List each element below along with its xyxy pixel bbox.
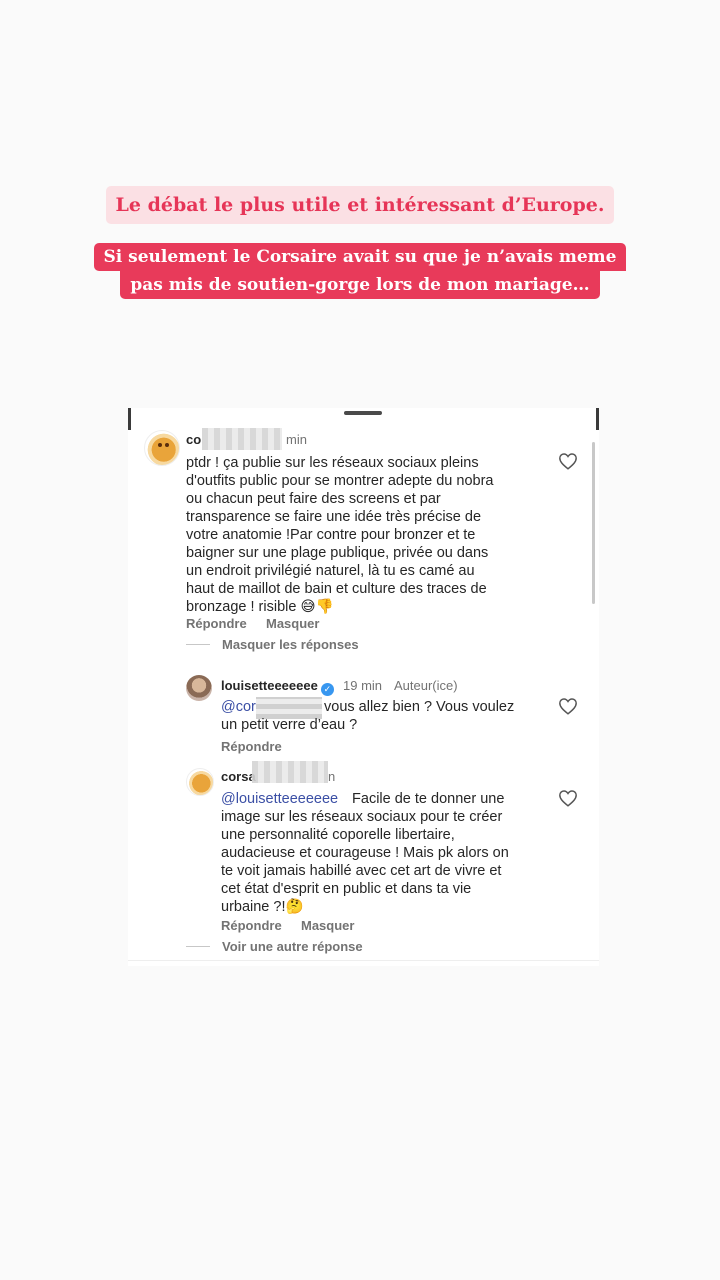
caption-title-text: Le débat le plus utile et intéressant d’… <box>105 186 615 224</box>
hide-button[interactable]: Masquer <box>301 918 354 933</box>
scrollbar[interactable] <box>592 442 595 604</box>
heart-icon[interactable] <box>558 697 578 715</box>
view-more-replies-button[interactable]: Voir une autre réponse <box>222 939 363 954</box>
redacted-username <box>252 761 328 783</box>
reply-text-first-line: Facile de te donner une <box>348 791 505 807</box>
reply-button[interactable]: Répondre <box>221 918 282 933</box>
avatar[interactable] <box>144 430 180 466</box>
caption-title: Le débat le plus utile et intéressant d’… <box>0 186 720 224</box>
verified-icon: ✓ <box>320 683 334 696</box>
redacted-username <box>202 428 282 450</box>
avatar[interactable] <box>186 768 214 796</box>
author-badge: Auteur(ice) <box>394 678 458 693</box>
heart-icon[interactable] <box>558 789 578 807</box>
heart-icon[interactable] <box>558 452 578 470</box>
comment-username[interactable]: co <box>186 432 201 447</box>
reply-mention[interactable]: @louisetteeeeeee <box>221 790 338 808</box>
reply-username[interactable]: louisetteeeeeee ✓ <box>221 678 334 696</box>
divider <box>128 960 599 961</box>
reply-time: 19 min <box>343 678 383 693</box>
reply-time: n <box>328 769 336 784</box>
reply-username-text: louisetteeeeeee <box>221 678 318 693</box>
reply-text: image sur les réseaux sociaux pour te cr… <box>221 809 509 915</box>
hide-button[interactable]: Masquer <box>266 616 319 631</box>
comments-panel: co min ptdr ! ça publie sur les réseaux … <box>128 408 599 966</box>
panel-edge <box>128 408 131 430</box>
comment-text: ptdr ! ça publie sur les réseaux sociaux… <box>186 455 494 615</box>
comment-time: min <box>286 432 307 447</box>
reply-button[interactable]: Répondre <box>221 739 282 754</box>
thread-line <box>186 946 210 947</box>
hide-replies-button[interactable]: Masquer les réponses <box>222 637 359 652</box>
caption-subtitle-line-1: Si seulement le Corsaire avait su que je… <box>93 243 627 271</box>
caption-subtitle: Si seulement le Corsaire avait su que je… <box>0 243 720 299</box>
caption-subtitle-line-2: pas mis de soutien-gorge lors de mon mar… <box>120 271 600 299</box>
avatar[interactable] <box>186 675 212 701</box>
reply-button[interactable]: Répondre <box>186 616 247 631</box>
panel-edge <box>596 408 599 430</box>
reply-username[interactable]: corsa <box>221 769 256 784</box>
thread-line <box>186 644 210 645</box>
reply-text-body: vous allez bien ? Vous voulez un petit v… <box>221 699 515 733</box>
sheet-grabber[interactable] <box>344 411 382 415</box>
